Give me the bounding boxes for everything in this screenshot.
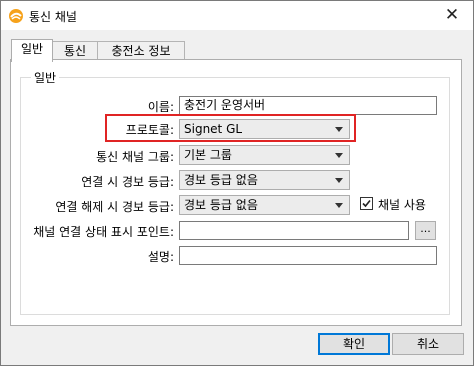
channel-group-select[interactable]: 기본 그룹 [179, 145, 350, 165]
status-point-label: 채널 연결 상태 표시 포인트: [33, 225, 174, 239]
tab-general[interactable]: 일반 [11, 39, 53, 62]
description-input[interactable] [179, 246, 437, 265]
status-point-input[interactable] [179, 221, 409, 240]
channel-group-select-value: 기본 그룹 [184, 148, 232, 162]
use-channel-label: 채널 사용 [378, 198, 426, 212]
disconnect-alarm-select[interactable]: 경보 등급 없음 [179, 195, 350, 215]
name-label: 이름: [147, 100, 174, 114]
window-title: 통신 채널 [29, 10, 77, 24]
chevron-down-icon [335, 153, 343, 158]
connect-alarm-select[interactable]: 경보 등급 없음 [179, 170, 350, 190]
chevron-down-icon [335, 203, 343, 208]
chevron-down-icon [335, 178, 343, 183]
connect-alarm-select-value: 경보 등급 없음 [184, 173, 258, 187]
groupbox-title: 일반 [31, 69, 60, 86]
tab-communication[interactable]: 통신 [52, 41, 98, 61]
disconnect-alarm-select-value: 경보 등급 없음 [184, 198, 258, 212]
app-logo-icon [8, 8, 24, 24]
tab-station-info[interactable]: 충전소 정보 [97, 41, 185, 61]
checkmark-icon [362, 199, 371, 208]
description-label: 설명: [147, 250, 174, 264]
disconnect-alarm-label: 연결 해제 시 경보 등급: [55, 200, 174, 214]
cancel-button[interactable]: 취소 [392, 333, 464, 355]
protocol-select[interactable]: Signet GL [179, 119, 350, 139]
close-icon[interactable]: ✕ [437, 2, 467, 29]
browse-button[interactable]: ... [415, 221, 436, 240]
title-bar: 통신 채널 ✕ [1, 1, 473, 30]
chevron-down-icon [335, 127, 343, 132]
protocol-label: 프로토콜: [125, 123, 174, 137]
name-input[interactable]: 충전기 운영서버 [179, 96, 437, 115]
channel-group-label: 통신 채널 그룹: [96, 150, 174, 164]
ok-button[interactable]: 확인 [318, 333, 390, 355]
use-channel-checkbox[interactable] [360, 197, 373, 210]
connect-alarm-label: 연결 시 경보 등급: [81, 175, 174, 189]
protocol-select-value: Signet GL [184, 122, 243, 136]
